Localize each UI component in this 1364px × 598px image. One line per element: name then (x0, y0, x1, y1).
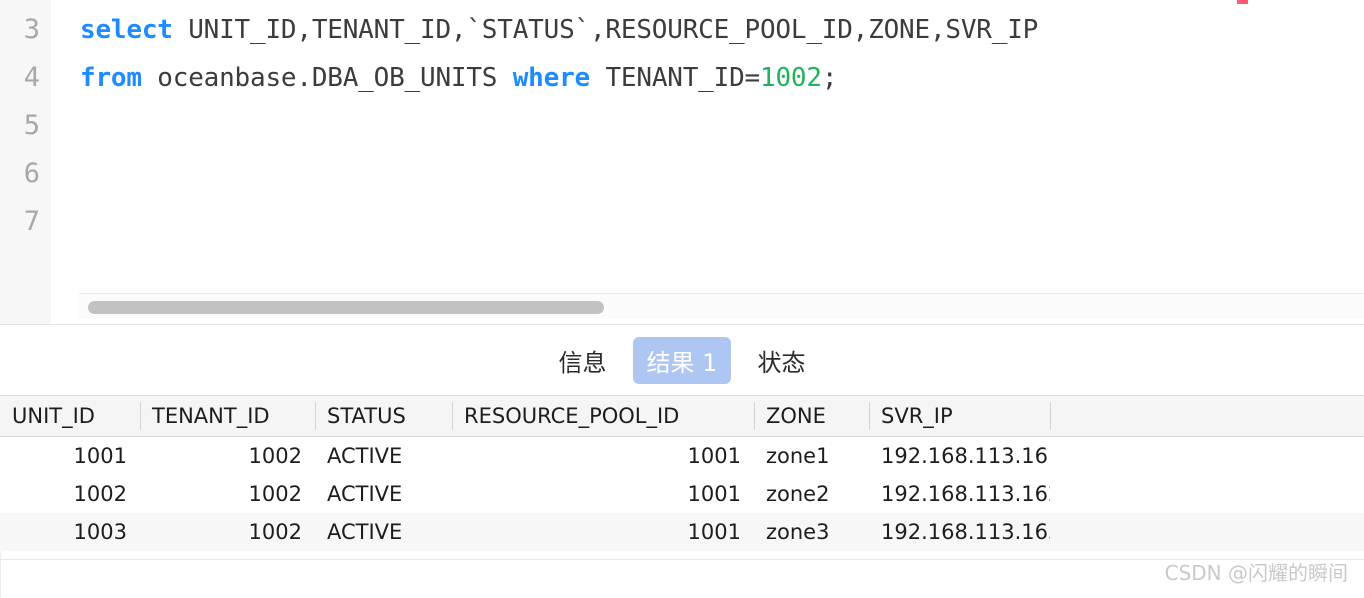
cell-status: ACTIVE (327, 444, 403, 468)
line-number-7: 7 (23, 206, 40, 237)
cell-svr-ip: 192.168.113.162 (881, 482, 1050, 506)
code-line-3[interactable]: select UNIT_ID,TENANT_ID,`STATUS`,RESOUR… (80, 6, 1038, 54)
code-text-area[interactable]: select UNIT_ID,TENANT_ID,`STATUS`,RESOUR… (51, 0, 1364, 295)
result-grid[interactable]: UNIT_ID TENANT_ID STATUS RESOURCE_POOL_I… (0, 395, 1364, 598)
cell-resource-pool-id: 1001 (687, 482, 741, 506)
keyword-from: from (80, 63, 142, 93)
result-grid-header-row: UNIT_ID TENANT_ID STATUS RESOURCE_POOL_I… (0, 395, 1364, 437)
cell-unit-id: 1001 (73, 444, 127, 468)
keyword-where: where (512, 63, 590, 93)
cell-status: ACTIVE (327, 482, 403, 506)
statement-terminator: ; (821, 63, 838, 93)
editor-line-number-gutter: 3 4 5 6 7 (0, 0, 51, 325)
cell-svr-ip: 192.168.113.161 (881, 444, 1050, 468)
literal-number: 1002 (760, 63, 822, 93)
csdn-watermark: CSDN @闪耀的瞬间 (1164, 561, 1348, 585)
editor-horizontal-scrollbar[interactable] (79, 293, 1364, 319)
table-row[interactable]: 1003 1002 ACTIVE 1001 zone3 192.168.113.… (0, 513, 1364, 551)
clipped-red-marker (1237, 0, 1248, 4)
keyword-select: select (80, 15, 173, 45)
cell-zone: zone3 (766, 520, 830, 544)
cell-status: ACTIVE (327, 520, 403, 544)
code-line-4[interactable]: from oceanbase.DBA_OB_UNITS where TENANT… (80, 54, 838, 102)
column-header-zone[interactable]: ZONE (755, 396, 869, 436)
cell-tenant-id: 1002 (248, 482, 302, 506)
line-number-3: 3 (23, 14, 40, 45)
table-row[interactable]: 1001 1002 ACTIVE 1001 zone1 192.168.113.… (0, 437, 1364, 475)
column-header-resource-pool-id[interactable]: RESOURCE_POOL_ID (453, 396, 754, 436)
line-number-6: 6 (23, 158, 40, 189)
table-row[interactable]: 1002 1002 ACTIVE 1001 zone2 192.168.113.… (0, 475, 1364, 513)
sql-editor-pane[interactable]: 3 4 5 6 7 select UNIT_ID,TENANT_ID,`STAT… (0, 0, 1364, 325)
code-line-3-rest: UNIT_ID,TENANT_ID,`STATUS`,RESOURCE_POOL… (172, 15, 1039, 45)
table-reference: oceanbase.DBA_OB_UNITS (141, 63, 513, 93)
cell-zone: zone2 (766, 482, 830, 506)
cell-resource-pool-id: 1001 (687, 520, 741, 544)
line-number-5: 5 (23, 110, 40, 141)
cell-unit-id: 1002 (73, 482, 127, 506)
grid-bottom-divider (0, 559, 1364, 560)
cell-svr-ip: 192.168.113.163 (881, 520, 1050, 544)
column-header-unit-id[interactable]: UNIT_ID (1, 396, 140, 436)
tab-result[interactable]: 结果 1 (632, 336, 732, 384)
cell-resource-pool-id: 1001 (687, 444, 741, 468)
where-condition: TENANT_ID= (590, 63, 760, 93)
result-tabs-bar: 信息 结果 1 状态 (0, 325, 1364, 395)
column-header-filler (1051, 396, 1364, 436)
column-header-svr-ip[interactable]: SVR_IP (870, 396, 1050, 436)
cell-zone: zone1 (766, 444, 830, 468)
cell-tenant-id: 1002 (248, 444, 302, 468)
cell-unit-id: 1003 (73, 520, 127, 544)
editor-horizontal-scrollbar-thumb[interactable] (88, 301, 604, 314)
cell-tenant-id: 1002 (248, 520, 302, 544)
column-header-tenant-id[interactable]: TENANT_ID (141, 396, 315, 436)
tab-info[interactable]: 信息 (549, 337, 617, 384)
column-header-status[interactable]: STATUS (316, 396, 452, 436)
tab-status[interactable]: 状态 (747, 337, 815, 384)
line-number-4: 4 (23, 62, 40, 93)
